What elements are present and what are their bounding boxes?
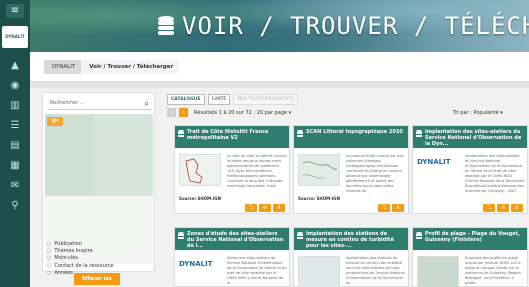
results-count[interactable]: Résultats 1 à 20 sur 72 : 20 par page ▾ [194,110,291,116]
card-title[interactable]: Trait de Côte Histolitt France métropoli… [175,126,289,148]
map-thumbnail [298,154,340,186]
header-banner: VOIR / TROUVER / TÉLÉCHARGER [30,0,529,52]
search-icon[interactable]: ⌕ [145,97,149,110]
info-button[interactable]: ⬇ [511,204,523,212]
card-actions: ⤵ ⊕ ⬇ [245,204,285,212]
dynalit-logo: DYNALIT [179,260,213,268]
page-title: VOIR / TROUVER / TÉLÉCHARGER [182,12,529,40]
result-card[interactable]: Trait de Côte Histolitt France métropoli… [174,125,290,214]
map-area [45,114,93,196]
view-button[interactable]: ⊕ [259,204,271,212]
database-icon [178,232,184,239]
card-description: Implantation des sites-ateliers du Servi… [465,154,525,193]
database-icon[interactable]: ☰ [0,116,30,134]
next-page-button[interactable]: › [179,108,188,117]
search-nav-icon[interactable]: ⚲ [0,196,30,214]
database-icon [297,232,303,239]
results-panel: CATALOGUE CARTE MES TÉLÉCHARGEMENTS ‹ › … [167,92,529,287]
result-card[interactable]: Implantation des stations de mesure en c… [293,227,409,287]
result-card[interactable]: SCAN Littoral topographique 2010 Le prod… [293,125,409,214]
home-icon[interactable]: ▲ [0,56,30,74]
tab-downloads: MES TÉLÉCHARGEMENTS [233,94,298,105]
card-title-text: Zones d'étude des sites-ateliers du Serv… [187,231,284,249]
download-button[interactable]: ⬇ [392,204,404,212]
card-actions: ⤵ ⬇ [378,204,404,212]
card-title[interactable]: SCAN Littoral topographique 2010 [294,126,408,148]
tab-carte[interactable]: CARTE [207,94,231,105]
view-button[interactable]: ⊕ [497,204,509,212]
link-button[interactable]: ⤵ [245,204,257,212]
card-description: Zones des sites-ateliers du Service Nati… [227,256,287,285]
divider [30,82,529,88]
database-icon [158,16,174,35]
result-card[interactable]: Implantation des sites-ateliers du Servi… [412,125,528,214]
card-description: Le trait de côte se définit comme la lai… [227,154,287,188]
card-title-text: Profil de plage - Plage du Vougot, Guiss… [425,231,520,243]
breadcrumb: DYNALIT Voir / Trouver / Télécharger [30,52,529,82]
database-icon [297,130,303,137]
card-description: Emprises des profils de plage acquis par… [465,256,521,285]
mail-icon[interactable]: ✉ [0,176,30,194]
card-source: Source: SHOM-IGN [298,196,340,201]
map-layer-dropdown[interactable]: ▦▾ [47,117,63,126]
sort-select[interactable]: Tri par : Popularité ▾ [453,110,503,116]
card-description: Le produit SCAN Littoral est une collect… [346,154,404,193]
search-placeholder: Rechercher ... [50,100,85,106]
link-button[interactable]: ⤵ [483,204,495,212]
database-icon [178,130,184,137]
card-title-text: Implantation des stations de mesure en c… [306,231,394,249]
link-button[interactable]: ⤵ [378,204,390,212]
card-source: Source: SHOM-IGN [179,196,221,201]
tab-catalogue[interactable]: CATALOGUE [167,94,205,105]
card-title[interactable]: Implantation des stations de mesure en c… [294,228,408,250]
menu-icon[interactable]: ≡ [6,4,24,18]
grid-icon[interactable]: ▦ [0,156,30,174]
card-title[interactable]: Profil de plage - Plage du Vougot, Guiss… [413,228,527,250]
view-tabs: CATALOGUE CARTE MES TÉLÉCHARGEMENTS [167,94,298,105]
facet-list: Publication Thèmes Inspire Mots-clés Con… [47,241,114,277]
map-thumbnail [298,256,340,287]
pagination: ‹ › Résultats 1 à 20 sur 72 : 20 par pag… [167,108,291,117]
card-actions: ⤵ ⊕ ⬇ [483,204,523,212]
database-icon [416,130,422,137]
database-icon [416,232,422,239]
result-card[interactable]: Zones d'étude des sites-ateliers du Serv… [174,227,290,287]
card-title-text: SCAN Littoral topographique 2010 [306,129,403,135]
map-thumbnail [179,154,221,186]
card-title[interactable]: Zones d'étude des sites-ateliers du Serv… [175,228,289,250]
card-title[interactable]: Implantation des sites-ateliers du Servi… [413,126,527,148]
file-icon[interactable]: ▤ [0,136,30,154]
card-description: Implantation des stations de mesure en c… [346,256,405,285]
breadcrumb-current: Voir / Trouver / Télécharger [81,59,180,74]
result-card[interactable]: Profil de plage - Plage du Vougot, Guiss… [412,227,528,287]
facet-keywords[interactable]: Mots-clés [47,255,114,262]
left-nav-sidebar: ≡ DYNALIT ▲ ◉ ▥ ☰ ▤ ▦ ✉ ⚲ [0,0,30,287]
clear-filters-button[interactable]: Effacer les filtres [74,273,120,285]
app-logo[interactable]: DYNALIT [2,26,28,48]
facet-contact[interactable]: Contact de la ressource [47,263,113,270]
chart-icon[interactable]: ▥ [0,96,30,114]
card-title-text: Implantation des sites-ateliers du Servi… [425,129,522,147]
download-button[interactable]: ⬇ [273,204,285,212]
dynalit-logo: DYNALIT [417,158,451,166]
search-input[interactable]: Rechercher ... ⌕ [47,97,152,110]
card-title-text: Trait de Côte Histolitt France métropoli… [187,129,269,141]
previous-page-button[interactable]: ‹ [167,108,176,117]
breadcrumb-root[interactable]: DYNALIT [44,59,82,74]
map-thumbnail [417,256,459,287]
globe-icon[interactable]: ◉ [0,76,30,94]
